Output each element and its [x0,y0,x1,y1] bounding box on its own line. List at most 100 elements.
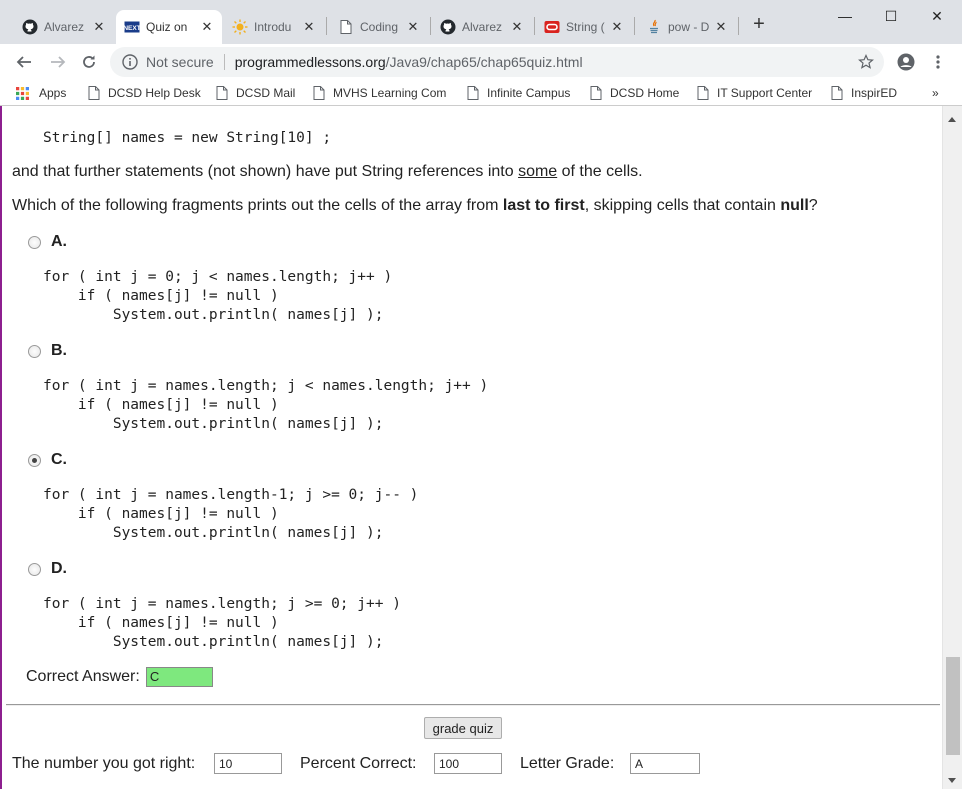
tab-title: Coding [360,20,399,34]
close-icon[interactable]: ✕ [610,19,624,34]
option-b-radio[interactable] [28,344,41,358]
question-bold: null [780,197,809,214]
java-icon [646,19,662,35]
correct-answer-label: Correct Answer: [26,668,140,685]
option-d[interactable]: D. [28,560,67,578]
number-right-label: The number you got right: [12,755,196,772]
option-b-code: for ( int j = names.length; j < names.le… [43,378,489,432]
svg-text:NEXT: NEXT [124,25,140,32]
new-tab-button[interactable]: + [748,14,770,36]
bookmark-it-support[interactable]: IT Support Center [697,85,812,101]
menu-button[interactable] [926,50,950,74]
profile-button[interactable] [894,50,918,74]
page-icon [216,86,228,100]
info-icon[interactable] [122,54,138,70]
oracle-icon [544,19,560,35]
maximize-button[interactable]: ☐ [868,4,914,28]
option-c-radio[interactable] [28,453,41,467]
question-part: Which of the following fragments prints … [12,197,503,214]
close-icon[interactable]: ✕ [406,19,420,34]
option-c-code: for ( int j = names.length-1; j >= 0; j-… [43,487,419,541]
scrollbar-thumb[interactable] [946,657,960,755]
page-content: String[] names = new String[10] ; and th… [0,106,942,789]
forward-button[interactable] [46,50,70,74]
bookmarks-overflow-button[interactable]: » [932,85,939,101]
page-icon [831,86,843,100]
minimize-button[interactable]: — [822,4,868,28]
tab-title: Alvarez [462,20,503,34]
url-path: /Java9/chap65/chap65quiz.html [385,54,583,70]
tab-alvarez-github[interactable]: Alvarez ✕ [14,10,114,44]
page-icon [590,86,602,100]
bookmark-infinite-campus[interactable]: Infinite Campus [467,85,570,101]
star-icon[interactable] [858,54,874,70]
percent-correct-field[interactable] [434,753,502,774]
address-bar[interactable]: Not secure programmedlessons.org/Java9/c… [110,47,884,77]
tab-string[interactable]: String ( ✕ [536,10,632,44]
option-c[interactable]: C. [28,451,67,469]
option-a[interactable]: A. [28,233,67,251]
tab-coding[interactable]: Coding ✕ [330,10,428,44]
question-part: , skipping cells that contain [584,197,781,214]
minimize-icon: — [838,8,852,24]
close-icon[interactable]: ✕ [302,19,316,34]
back-button[interactable] [12,50,36,74]
scroll-down-icon[interactable] [948,778,956,783]
number-right-field[interactable] [214,753,282,774]
bookmark-dcsd-help-desk[interactable]: DCSD Help Desk [88,85,201,101]
back-arrow-icon [16,56,31,68]
page-icon [467,86,479,100]
account-icon [897,53,915,71]
tab-strip: Alvarez ✕ NEXT Quiz on ✕ Introdu ✕ Codin… [0,0,962,44]
intro-paragraph: and that further statements (not shown) … [12,163,643,181]
bookmark-label: DCSD Mail [236,86,296,100]
bookmark-dcsd-mail[interactable]: DCSD Mail [216,85,295,101]
scroll-up-icon[interactable] [948,117,956,122]
grade-quiz-button[interactable]: grade quiz [424,717,502,739]
bookmark-dcsd-home[interactable]: DCSD Home [590,85,679,101]
para-text: of the cells. [557,163,643,180]
chevron-double-right-icon: » [932,86,939,100]
bookmark-inspired[interactable]: InspirED [831,85,897,101]
question-part: ? [808,197,818,214]
tab-title: Introdu [254,20,292,34]
letter-grade-field[interactable] [630,753,700,774]
tab-quiz[interactable]: NEXT Quiz on ✕ [116,10,222,44]
question-text: Which of the following fragments prints … [12,197,818,215]
option-d-code: for ( int j = names.length; j >= 0; j++ … [43,596,401,650]
github-icon [440,19,456,35]
close-icon[interactable]: ✕ [510,19,524,34]
url-host: programmedlessons.org [234,54,386,70]
tab-separator [634,17,635,35]
tab-introduction[interactable]: Introdu ✕ [224,10,324,44]
tab-title: Alvarez [44,20,85,34]
tab-pow[interactable]: pow - D ✕ [638,10,736,44]
option-a-code: for ( int j = 0; j < names.length; j++ )… [43,269,393,323]
option-letter: B. [51,342,67,359]
bookmark-label: IT Support Center [717,86,813,100]
github-icon [22,19,38,35]
option-a-radio[interactable] [28,235,41,249]
tab-separator [738,17,739,35]
apps-grid-icon [16,86,29,100]
option-b[interactable]: B. [28,342,67,360]
close-window-button[interactable]: ✕ [914,4,960,28]
tab-alvarez-github-2[interactable]: Alvarez ✕ [432,10,532,44]
correct-answer-field[interactable]: C [145,667,213,687]
tab-separator [326,17,327,35]
bookmark-mvhs-learning[interactable]: MVHS Learning Com [313,85,446,101]
bookmark-label: MVHS Learning Com [333,86,447,100]
tab-title: Quiz on [146,20,188,34]
tab-title: pow - D [668,20,710,34]
close-icon[interactable]: ✕ [200,19,214,34]
browser-toolbar: Not secure programmedlessons.org/Java9/c… [0,44,962,80]
close-icon[interactable]: ✕ [92,19,106,34]
option-d-radio[interactable] [28,562,41,576]
option-letter: A. [51,233,67,250]
option-letter: C. [51,451,67,468]
close-icon[interactable]: ✕ [714,19,728,34]
percent-correct-label: Percent Correct: [300,755,417,772]
reload-button[interactable] [77,50,101,74]
vertical-scrollbar[interactable] [942,106,962,789]
bookmark-apps[interactable]: Apps [16,85,66,101]
